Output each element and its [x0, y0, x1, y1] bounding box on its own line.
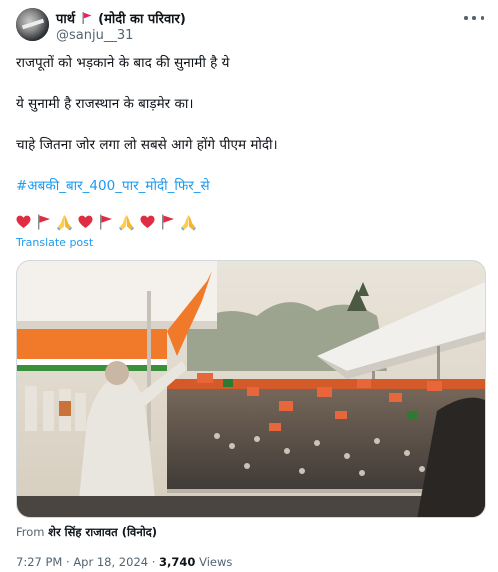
author-name-suffix: (मोदी का परिवार): [98, 12, 186, 27]
views-count: 3,740: [159, 555, 196, 569]
author-handle[interactable]: @sanju__31: [56, 28, 133, 43]
views-label: Views: [199, 555, 233, 569]
author-name: पार्थ: [56, 12, 76, 27]
triangular-flag-icon: [36, 214, 51, 230]
triangular-flag-icon: [98, 214, 113, 230]
red-heart-icon: [78, 215, 93, 229]
tweet-text-line: चाहे जितना जोर लगा लो सबसे आगे होंगे पीए…: [16, 137, 278, 153]
author-display-name[interactable]: पार्थ (मोदी का परिवार): [56, 9, 186, 27]
from-attribution[interactable]: From शेर सिंह राजावत (विनोद): [16, 525, 157, 540]
red-heart-icon: [140, 215, 155, 229]
tweet-text-line: राजपूतों को भड़काने के बाद की सुनामी है …: [16, 55, 230, 71]
tweet-date[interactable]: Apr 18, 2024: [73, 555, 148, 569]
more-horizontal-icon[interactable]: [464, 10, 484, 26]
translate-post-link[interactable]: Translate post: [16, 236, 93, 249]
folded-hands-icon: [118, 214, 135, 231]
tweet-meta: 7:27 PM · Apr 18, 2024 · 3,740 Views: [16, 555, 232, 569]
rally-video-thumbnail-icon: [17, 261, 485, 517]
from-source[interactable]: शेर सिंह राजावत (विनोद): [48, 525, 157, 539]
from-label: From: [16, 525, 45, 539]
emoji-row: [16, 213, 197, 231]
tweet-card: पार्थ (मोदी का परिवार) @sanju__31 राजपूत…: [0, 0, 498, 572]
flag-icon: [82, 12, 92, 24]
tweet-text-line: ये सुनामी है राजस्थान के बाड़मेर का।: [16, 96, 194, 112]
separator: ·: [66, 555, 70, 569]
hashtag-link[interactable]: #अबकी_बार_400_पार_मोदी_फिर_से: [16, 176, 210, 194]
separator: ·: [151, 555, 156, 569]
red-heart-icon: [16, 215, 31, 229]
folded-hands-icon: [56, 214, 73, 231]
triangular-flag-icon: [160, 214, 175, 230]
tweet-time[interactable]: 7:27 PM: [16, 555, 62, 569]
avatar[interactable]: [16, 8, 49, 41]
folded-hands-icon: [180, 214, 197, 231]
video-thumbnail[interactable]: [16, 260, 486, 518]
